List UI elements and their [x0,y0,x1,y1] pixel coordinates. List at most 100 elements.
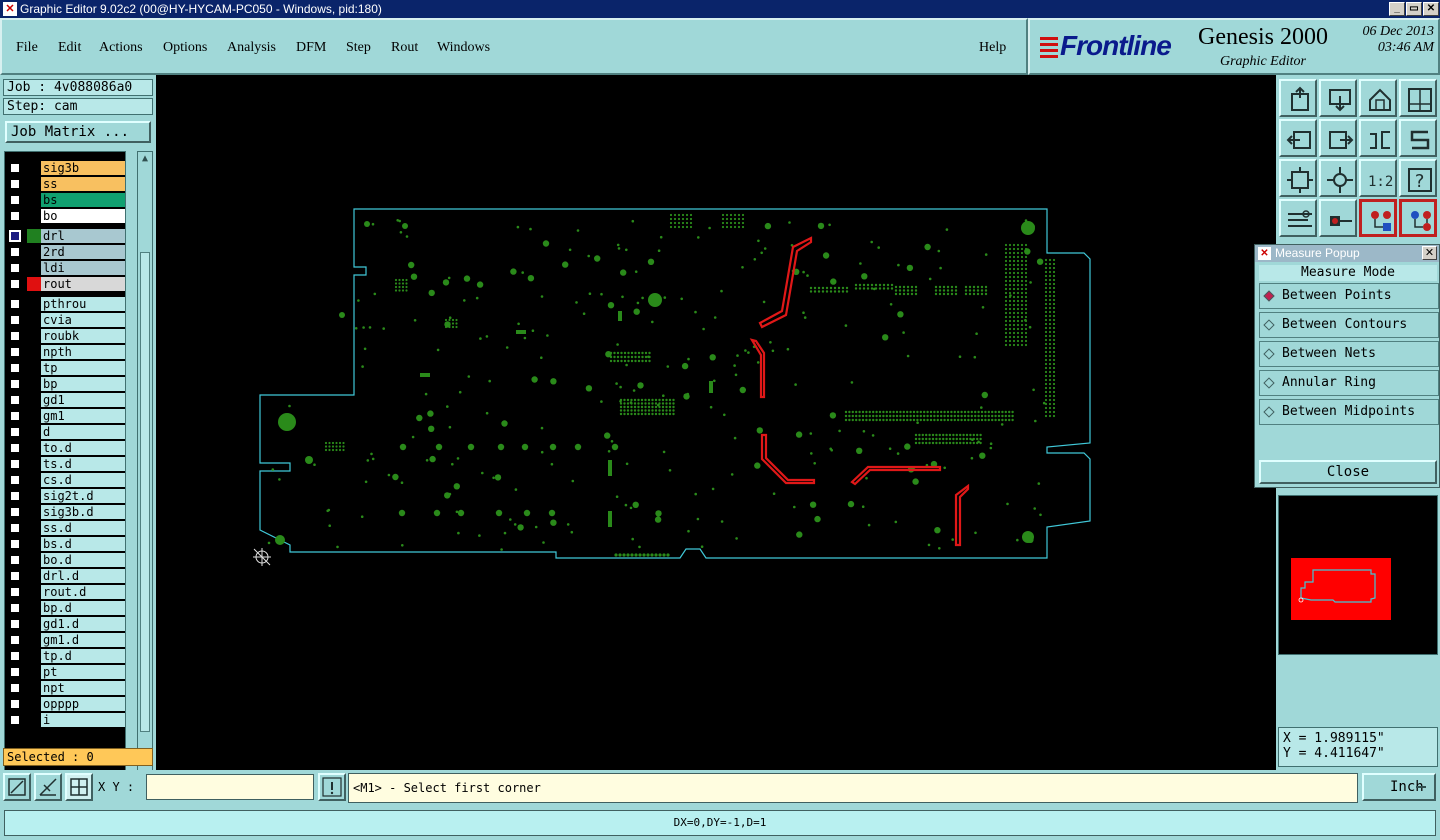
layer-name[interactable]: ss [41,177,125,191]
exclaim-button[interactable] [318,773,346,801]
layer-name[interactable]: rout [41,277,125,291]
radio-diamond-icon[interactable] [1263,290,1275,302]
layer-row-gm1-d[interactable]: gm1.d [5,632,125,648]
layer-row-bp[interactable]: bp [5,376,125,392]
layer-name[interactable]: bs [41,193,125,207]
layer-checkbox[interactable] [9,346,21,358]
layer-name[interactable]: sig3b [41,161,125,175]
layer-name[interactable]: cvia [41,313,125,327]
layer-row-bo-d[interactable]: bo.d [5,552,125,568]
restore-button[interactable]: ▭ [1406,2,1422,16]
layer-checkbox[interactable] [9,714,21,726]
layer-checkbox[interactable] [9,666,21,678]
layer-row-sig2t-d[interactable]: sig2t.d [5,488,125,504]
menu-actions[interactable]: Actions [99,40,143,56]
layer-checkbox[interactable] [9,506,21,518]
layer-name[interactable]: opppp [41,697,125,711]
netlist2-button[interactable] [1399,199,1437,237]
layer-name[interactable]: pthrou [41,297,125,311]
layer-checkbox[interactable] [9,162,21,174]
job-matrix-button[interactable]: Job Matrix ... [5,121,151,143]
layer-name[interactable]: roubk [41,329,125,343]
layer-name[interactable]: drl.d [41,569,125,583]
redo-view-button[interactable] [1399,119,1437,157]
layer-checkbox[interactable] [9,394,21,406]
layer-name[interactable]: pt [41,665,125,679]
layer-row-rout[interactable]: rout [5,276,125,292]
undo-view-button[interactable] [1359,119,1397,157]
layer-checkbox[interactable] [9,698,21,710]
scroll-up-icon[interactable]: ▲ [139,153,151,165]
layer-name[interactable]: to.d [41,441,125,455]
radio-diamond-icon[interactable] [1263,319,1275,331]
menu-help[interactable]: Help [979,40,1006,56]
layer-checkbox[interactable] [9,314,21,326]
layer-name[interactable]: bs.d [41,537,125,551]
layer-checkbox[interactable] [9,362,21,374]
layer-checkbox[interactable] [9,194,21,206]
layer-checkbox[interactable] [9,298,21,310]
layer-row-i[interactable]: i [5,712,125,728]
layer-row-ts-d[interactable]: ts.d [5,456,125,472]
layer-list[interactable]: sig3b ss bs bo drl 2rd ldi rout pthrou cvia roubk n… [4,151,126,805]
measure-option-between-points[interactable]: Between Points [1259,283,1439,309]
measure-option-between-midpoints[interactable]: Between Midpoints [1259,399,1439,425]
layer-name[interactable]: tp [41,361,125,375]
menu-options[interactable]: Options [163,40,207,56]
layer-row-cs-d[interactable]: cs.d [5,472,125,488]
overview-map[interactable] [1291,558,1391,620]
layer-row-drl-d[interactable]: drl.d [5,568,125,584]
layer-row-tp[interactable]: tp [5,360,125,376]
layer-name[interactable]: tp.d [41,649,125,663]
layer-name[interactable]: npth [41,345,125,359]
snap-tool-button[interactable] [65,773,93,801]
layer-checkbox[interactable] [9,474,21,486]
overview-panel[interactable] [1278,495,1438,655]
layer-checkbox[interactable] [9,570,21,582]
layer-name[interactable]: ldi [41,261,125,275]
layer-row-ss[interactable]: ss [5,176,125,192]
layer-checkbox[interactable] [9,378,21,390]
layer-row-gd1-d[interactable]: gd1.d [5,616,125,632]
layer-checkbox[interactable] [9,682,21,694]
layer-checkbox[interactable] [9,458,21,470]
layer-name[interactable]: bp.d [41,601,125,615]
unit-selector[interactable]: Inch [1362,773,1436,801]
layer-checkbox[interactable] [9,410,21,422]
step-down-button[interactable] [1319,79,1357,117]
layer-row-gd1[interactable]: gd1 [5,392,125,408]
layer-row-ldi[interactable]: ldi [5,260,125,276]
zoom-1to1-button[interactable]: 1:2 [1359,159,1397,197]
zoom-in-tool-button[interactable] [3,773,31,801]
measure-tool-button[interactable] [34,773,62,801]
layer-checkbox[interactable] [9,618,21,630]
layer-row-2rd[interactable]: 2rd [5,244,125,260]
pan-left-button[interactable] [1279,119,1317,157]
help-button[interactable]: ? [1399,159,1437,197]
layer-name[interactable]: bp [41,377,125,391]
menu-analysis[interactable]: Analysis [227,40,276,56]
step-up-button[interactable] [1279,79,1317,117]
layer-row-npt[interactable]: npt [5,680,125,696]
layer-row-bs-d[interactable]: bs.d [5,536,125,552]
menu-windows[interactable]: Windows [437,40,490,56]
menu-file[interactable]: File [16,40,38,56]
layer-row-tp-d[interactable]: tp.d [5,648,125,664]
graphic-canvas[interactable] [156,75,1276,770]
radio-diamond-icon[interactable] [1263,377,1275,389]
layer-row-drl[interactable]: drl [5,228,125,244]
layer-name[interactable]: i [41,713,125,727]
layer-checkbox[interactable] [9,246,21,258]
layer-checkbox[interactable] [9,230,21,242]
layer-name[interactable]: gd1.d [41,617,125,631]
pcb-drawing[interactable] [156,75,1276,770]
layer-name[interactable]: bo [41,209,125,223]
pan-right-button[interactable] [1319,119,1357,157]
zoom-fit-button[interactable] [1279,159,1317,197]
scroll-thumb[interactable] [140,252,150,732]
layer-name[interactable]: drl [41,229,125,243]
layer-checkbox[interactable] [9,602,21,614]
xy-input[interactable] [146,774,314,800]
layer-row-bp-d[interactable]: bp.d [5,600,125,616]
radio-diamond-icon[interactable] [1263,348,1275,360]
